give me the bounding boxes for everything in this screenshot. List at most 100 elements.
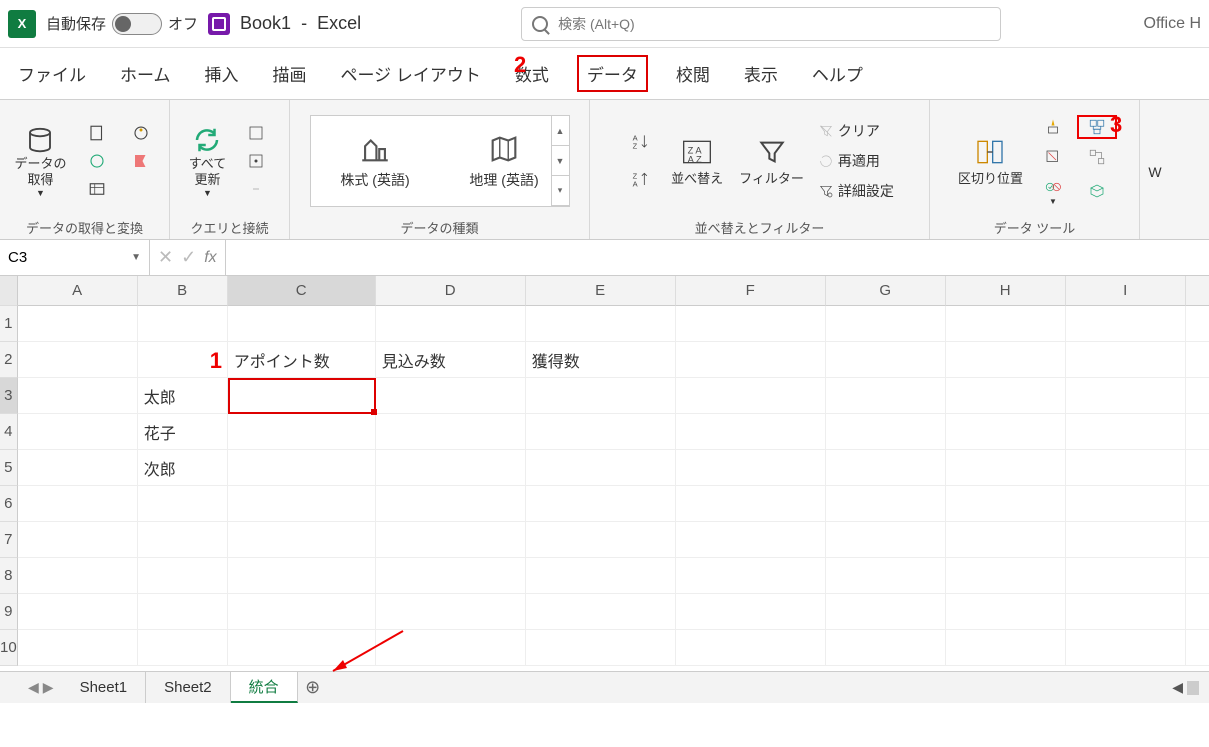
cell-C4[interactable]	[228, 414, 376, 450]
cell-A5[interactable]	[18, 450, 138, 486]
tab-help[interactable]: ヘルプ	[806, 57, 869, 90]
cell-A2[interactable]	[18, 342, 138, 378]
chevron-down-icon[interactable]: ▼	[131, 252, 141, 263]
row-header-7[interactable]: 7	[0, 522, 18, 558]
cell-J9[interactable]	[1186, 594, 1209, 630]
cell-D4[interactable]	[376, 414, 526, 450]
data-types-gallery[interactable]: 株式 (英語) 地理 (英語) ▲ ▼ ▾	[310, 115, 570, 207]
refresh-all-button[interactable]: すべて 更新 ▼	[183, 122, 233, 199]
add-sheet-button[interactable]: ⊕	[298, 672, 328, 703]
cell-A10[interactable]	[18, 630, 138, 666]
col-header-H[interactable]: H	[946, 276, 1066, 306]
advanced-filter-button[interactable]: 詳細設定	[814, 179, 898, 203]
col-header-I[interactable]: I	[1066, 276, 1186, 306]
cell-I1[interactable]	[1066, 306, 1186, 342]
geography-item[interactable]: 地理 (英語)	[469, 132, 538, 190]
horizontal-scroll[interactable]: ◀	[1162, 672, 1209, 703]
tab-insert[interactable]: 挿入	[199, 57, 245, 90]
cell-J7[interactable]	[1186, 522, 1209, 558]
cell-I6[interactable]	[1066, 486, 1186, 522]
sort-asc-button[interactable]: AZ	[621, 130, 661, 154]
cell-H8[interactable]	[946, 558, 1066, 594]
cell-D1[interactable]	[376, 306, 526, 342]
cell-E3[interactable]	[526, 378, 676, 414]
cell-C9[interactable]	[228, 594, 376, 630]
col-header-C[interactable]: C	[228, 276, 376, 306]
sheet-tab-3[interactable]: 統合	[231, 672, 298, 703]
cell-H5[interactable]	[946, 450, 1066, 486]
tab-draw[interactable]: 描画	[267, 57, 313, 90]
gallery-up-icon[interactable]: ▲	[552, 116, 569, 146]
cell-H1[interactable]	[946, 306, 1066, 342]
cell-B3[interactable]: 太郎	[138, 378, 228, 414]
tab-view[interactable]: 表示	[738, 57, 784, 90]
cell-A9[interactable]	[18, 594, 138, 630]
cell-A3[interactable]	[18, 378, 138, 414]
cell-G8[interactable]	[826, 558, 946, 594]
data-validation-icon[interactable]: ▼	[1033, 175, 1073, 208]
cell-E1[interactable]	[526, 306, 676, 342]
cell-E8[interactable]	[526, 558, 676, 594]
cell-H9[interactable]	[946, 594, 1066, 630]
name-box-input[interactable]	[8, 249, 88, 266]
row-header-4[interactable]: 4	[0, 414, 18, 450]
cell-E9[interactable]	[526, 594, 676, 630]
row-header-6[interactable]: 6	[0, 486, 18, 522]
cell-J2[interactable]	[1186, 342, 1209, 378]
cell-I5[interactable]	[1066, 450, 1186, 486]
tab-home[interactable]: ホーム	[114, 57, 177, 90]
cell-D8[interactable]	[376, 558, 526, 594]
cell-E7[interactable]	[526, 522, 676, 558]
from-web-icon[interactable]	[121, 121, 161, 145]
tab-review[interactable]: 校閲	[670, 57, 716, 90]
sheet-tab-2[interactable]: Sheet2	[146, 672, 231, 703]
stocks-item[interactable]: 株式 (英語)	[340, 132, 409, 190]
tab-page-layout[interactable]: ページ レイアウト	[335, 57, 487, 90]
cell-G5[interactable]	[826, 450, 946, 486]
cell-C2[interactable]: アポイント数	[228, 342, 376, 378]
cell-F5[interactable]	[676, 450, 826, 486]
cell-G6[interactable]	[826, 486, 946, 522]
cell-E4[interactable]	[526, 414, 676, 450]
nav-next-icon[interactable]: ▶	[43, 679, 54, 696]
cell-D2[interactable]: 見込み数	[376, 342, 526, 378]
scroll-thumb[interactable]	[1187, 681, 1199, 695]
cell-J8[interactable]	[1186, 558, 1209, 594]
sort-button[interactable]: Z AA Z 並べ替え	[665, 134, 729, 189]
cell-I10[interactable]	[1066, 630, 1186, 666]
cell-J6[interactable]	[1186, 486, 1209, 522]
nav-prev-icon[interactable]: ◀	[28, 679, 39, 696]
flash-fill-icon[interactable]	[1033, 115, 1073, 139]
gallery-scroll[interactable]: ▲ ▼ ▾	[551, 116, 569, 206]
scroll-left-icon[interactable]: ◀	[1172, 679, 1183, 696]
cell-B4[interactable]: 花子	[138, 414, 228, 450]
cell-F6[interactable]	[676, 486, 826, 522]
cell-D6[interactable]	[376, 486, 526, 522]
cell-J4[interactable]	[1186, 414, 1209, 450]
cell-F9[interactable]	[676, 594, 826, 630]
cell-B10[interactable]	[138, 630, 228, 666]
cell-G10[interactable]	[826, 630, 946, 666]
gallery-down-icon[interactable]: ▼	[552, 146, 569, 176]
gallery-more-icon[interactable]: ▾	[552, 176, 569, 206]
cell-C8[interactable]	[228, 558, 376, 594]
cell-B5[interactable]: 次郎	[138, 450, 228, 486]
row-header-1[interactable]: 1	[0, 306, 18, 342]
row-header-2[interactable]: 2	[0, 342, 18, 378]
row-header-8[interactable]: 8	[0, 558, 18, 594]
cell-C5[interactable]	[228, 450, 376, 486]
queries-icon[interactable]	[236, 121, 276, 145]
row-header-5[interactable]: 5	[0, 450, 18, 486]
cell-I9[interactable]	[1066, 594, 1186, 630]
text-to-columns-button[interactable]: 区切り位置	[952, 134, 1029, 189]
cell-I7[interactable]	[1066, 522, 1186, 558]
cell-D5[interactable]	[376, 450, 526, 486]
tab-file[interactable]: ファイル	[12, 57, 92, 90]
cell-B6[interactable]	[138, 486, 228, 522]
row-header-3[interactable]: 3	[0, 378, 18, 414]
cell-D9[interactable]	[376, 594, 526, 630]
cell-A6[interactable]	[18, 486, 138, 522]
cell-D3[interactable]	[376, 378, 526, 414]
cell-C7[interactable]	[228, 522, 376, 558]
from-text-icon[interactable]	[77, 121, 117, 145]
